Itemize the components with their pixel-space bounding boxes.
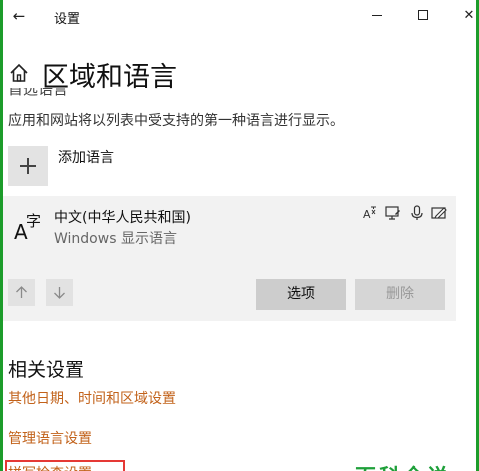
close-icon: ✕ bbox=[463, 7, 475, 23]
section-heading-clipped: 首选语言 bbox=[8, 88, 468, 96]
arrow-down-icon bbox=[54, 287, 65, 299]
languages-description: 应用和网站将以列表中受支持的第一种语言进行显示。 bbox=[8, 113, 344, 129]
maximize-icon bbox=[418, 10, 428, 20]
language-name: 中文(中华人民共和国) bbox=[54, 210, 191, 226]
language-subtitle: Windows 显示语言 bbox=[54, 231, 177, 247]
minimize-button[interactable] bbox=[366, 4, 388, 26]
back-arrow-icon[interactable]: ← bbox=[9, 6, 29, 26]
link-administrative-language[interactable]: 管理语言设置 bbox=[8, 428, 92, 448]
remove-button[interactable]: 删除 bbox=[355, 279, 445, 310]
add-language-button[interactable] bbox=[8, 146, 48, 186]
arrow-up-icon bbox=[16, 286, 27, 298]
language-icon: A 字 bbox=[12, 210, 46, 244]
handwriting-icon bbox=[431, 205, 447, 221]
options-button[interactable]: 选项 bbox=[256, 279, 346, 310]
add-language-label[interactable]: 添加语言 bbox=[58, 147, 114, 167]
language-list-item[interactable]: A 字 中文(中华人民共和国) Windows 显示语言 A 选项 删除 bbox=[3, 196, 456, 321]
svg-text:A: A bbox=[363, 208, 371, 221]
link-spell-check[interactable]: 拼写检查设置 bbox=[8, 463, 92, 471]
settings-window: ← 设置 ✕ 区域和语言 首选语言 应用和网站将以列表中受支持的第一种语言进行显… bbox=[0, 0, 479, 471]
move-up-button[interactable] bbox=[8, 279, 35, 306]
minimize-icon bbox=[372, 14, 382, 16]
link-additional-date-time-region[interactable]: 其他日期、时间和区域设置 bbox=[8, 388, 176, 408]
related-settings-heading: 相关设置 bbox=[8, 359, 85, 381]
title-bar: ← 设置 ✕ bbox=[3, 0, 476, 32]
language-icon-cjk: 字 bbox=[26, 212, 42, 230]
maximize-button[interactable] bbox=[412, 4, 434, 26]
plus-icon bbox=[20, 158, 36, 174]
watermark-text: 百科全说 bbox=[355, 461, 451, 471]
close-button[interactable]: ✕ bbox=[458, 4, 479, 26]
language-pack-icon: A bbox=[362, 205, 378, 221]
home-icon[interactable] bbox=[9, 62, 29, 84]
preferred-languages-heading: 首选语言 bbox=[8, 88, 468, 96]
window-title: 设置 bbox=[54, 12, 81, 27]
move-down-button[interactable] bbox=[46, 279, 73, 306]
microphone-icon bbox=[409, 205, 425, 221]
display-icon bbox=[385, 205, 401, 221]
bottom-clipped-area: 拼写检查设置 百科全说 bbox=[0, 458, 479, 471]
